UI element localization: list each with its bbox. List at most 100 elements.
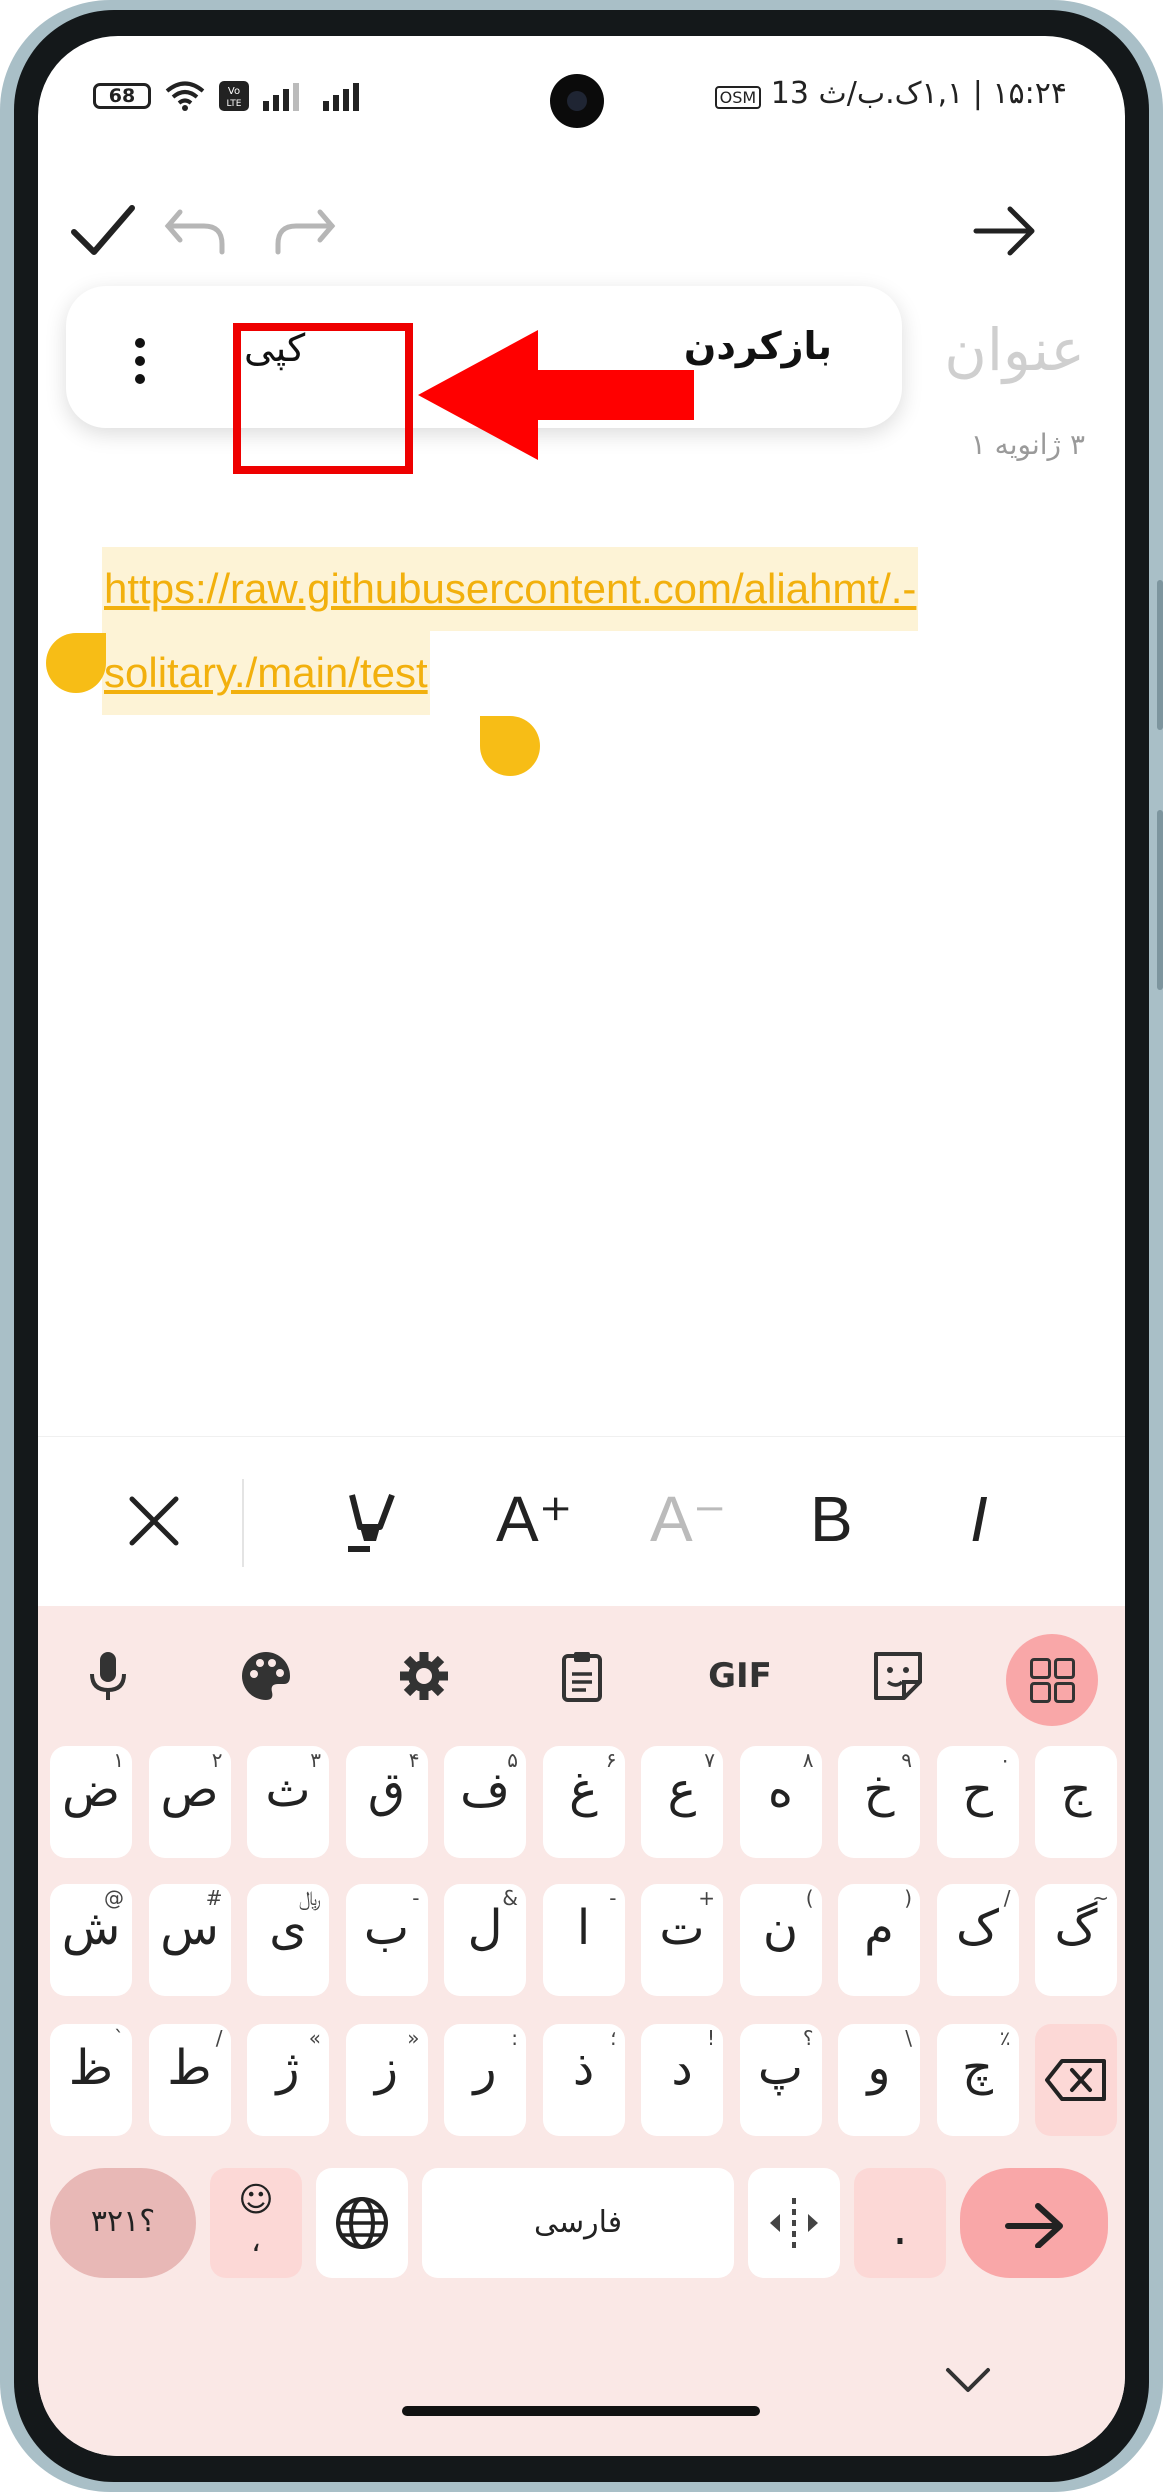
key-hint: ! (706, 2026, 715, 2050)
key[interactable]: گ ~ (1035, 1884, 1117, 1996)
key[interactable]: ع۷ (641, 1746, 723, 1858)
key-hint: & (502, 1886, 518, 1910)
key-hint: / (1003, 1886, 1011, 1910)
key-hint: / (215, 2026, 223, 2050)
italic-button[interactable]: I (970, 1487, 988, 1551)
more-vertical-icon[interactable] (134, 338, 146, 384)
wifi-icon (165, 81, 205, 111)
key-hint: ۵ (507, 1748, 518, 1772)
key[interactable]: ق۴ (345, 1746, 428, 1858)
status-bar: 68 Vo LTE ۱۵:۲۴ | ۱,۱ک.ب/ث OSM 13 (38, 36, 1125, 156)
key[interactable]: ژ « (247, 2024, 329, 2136)
key-hint: \ (905, 2026, 912, 2050)
chevron-down-icon[interactable] (944, 2366, 992, 2400)
key[interactable]: د! (641, 2024, 723, 2136)
key[interactable]: ص۲ (148, 1746, 231, 1858)
emoji-key[interactable]: ☺ ، (210, 2168, 302, 2278)
highlight-box (233, 323, 413, 474)
svg-text:Vo: Vo (228, 86, 240, 97)
key[interactable]: ذ ؛ (542, 2024, 625, 2136)
key[interactable]: ی ﷼ (247, 1884, 329, 1996)
key-hint: ۹ (901, 1748, 912, 1772)
numbers-key[interactable]: ؟۳۲۱ (50, 2168, 196, 2278)
key[interactable]: ش @ (50, 1884, 132, 1996)
check-icon[interactable] (68, 196, 138, 277)
volume-button (1157, 580, 1163, 730)
key[interactable]: ض۱ (50, 1746, 132, 1858)
arrow-right-icon[interactable] (970, 196, 1040, 277)
signal-icon-1 (263, 83, 299, 111)
format-toolbar: A⁺ A⁻ B I (38, 1436, 1125, 1607)
font-decrease-button[interactable]: A⁻ (650, 1487, 726, 1551)
key-hint: ~ (1092, 1886, 1109, 1910)
sticker-icon[interactable] (868, 1646, 928, 1706)
link-line-1[interactable]: https://raw.githubusercontent.com/aliahm… (102, 547, 919, 631)
key[interactable]: ث۳ (247, 1746, 329, 1858)
key[interactable]: ح۰ (936, 1746, 1019, 1858)
arrow-annotation (418, 330, 694, 460)
key[interactable]: ز» (345, 2024, 428, 2136)
selection-handle-end[interactable] (480, 716, 540, 776)
key[interactable]: ا- (542, 1884, 625, 1996)
key[interactable]: س # (148, 1884, 231, 1996)
settings-icon[interactable] (394, 1646, 454, 1706)
key[interactable]: چ ٪ (936, 2024, 1019, 2136)
selection-handle-start[interactable] (46, 633, 106, 693)
cursor-move-icon[interactable] (748, 2168, 840, 2278)
undo-button[interactable]: بازکردن (684, 324, 832, 368)
period-key[interactable]: . (854, 2168, 946, 2278)
note-body[interactable]: https://raw.githubusercontent.com/aliahm… (102, 547, 1062, 715)
key-hint: ) (904, 1886, 912, 1910)
font-increase-button[interactable]: A⁺ (496, 1487, 572, 1551)
key[interactable]: ت + (641, 1884, 723, 1996)
key-hint: ؟ (802, 2026, 814, 2050)
bold-button[interactable]: B (810, 1487, 853, 1551)
gesture-bar[interactable] (402, 2406, 760, 2416)
signal-icon-2 (323, 83, 359, 111)
note-title-input[interactable]: عنوان (944, 316, 1085, 384)
key-hint: ٪ (999, 2026, 1011, 2050)
key[interactable]: ه۸ (739, 1746, 822, 1858)
key-hint: » (407, 2026, 420, 2050)
key[interactable]: و \ (838, 2024, 920, 2136)
key-hint: ۱ (113, 1748, 124, 1772)
mic-icon[interactable] (78, 1646, 138, 1706)
key[interactable]: ب- (345, 1884, 428, 1996)
space-key[interactable]: فارسی (422, 2168, 734, 2278)
gif-button[interactable]: GIF (700, 1646, 780, 1706)
key-hint: ۸ (802, 1748, 814, 1772)
link-line-2[interactable]: solitary./main/test (102, 631, 430, 715)
key[interactable]: خ۹ (838, 1746, 920, 1858)
key-hint: ۰ (999, 1748, 1011, 1772)
status-icons: 68 Vo LTE (93, 80, 369, 112)
grid-icon[interactable] (1006, 1634, 1098, 1726)
clipboard-icon[interactable] (552, 1646, 612, 1706)
key-hint: ؛ (610, 2026, 617, 2050)
key[interactable]: ط / (148, 2024, 231, 2136)
palette-icon[interactable] (236, 1646, 296, 1706)
key[interactable]: ک / (936, 1884, 1019, 1996)
key[interactable]: غ۶ (542, 1746, 625, 1858)
globe-icon[interactable] (316, 2168, 408, 2278)
undo-icon[interactable] (160, 196, 230, 277)
key-hint: # (205, 1886, 223, 1910)
highlighter-icon[interactable] (340, 1487, 404, 1567)
redo-icon[interactable] (270, 196, 340, 277)
key[interactable]: پ ؟ (739, 2024, 822, 2136)
key-hint: ۷ (704, 1748, 715, 1772)
key[interactable]: ف۵ (444, 1746, 526, 1858)
close-format-button[interactable] (126, 1493, 182, 1559)
backspace-icon[interactable] (1035, 2024, 1117, 2136)
key[interactable]: م) (838, 1884, 920, 1996)
key[interactable]: ل & (444, 1884, 526, 1996)
key-hint: : (511, 2026, 518, 2050)
key[interactable]: ر: (444, 2024, 526, 2136)
key-hint: - (609, 1886, 617, 1910)
key[interactable]: ن( (739, 1884, 822, 1996)
enter-icon[interactable] (960, 2168, 1108, 2278)
key[interactable]: ظ ` (50, 2024, 132, 2136)
key[interactable]: ج (1035, 1746, 1117, 1858)
keyboard-toolbar: GIF (38, 1606, 1125, 1746)
front-camera (550, 74, 604, 128)
divider (242, 1479, 244, 1567)
